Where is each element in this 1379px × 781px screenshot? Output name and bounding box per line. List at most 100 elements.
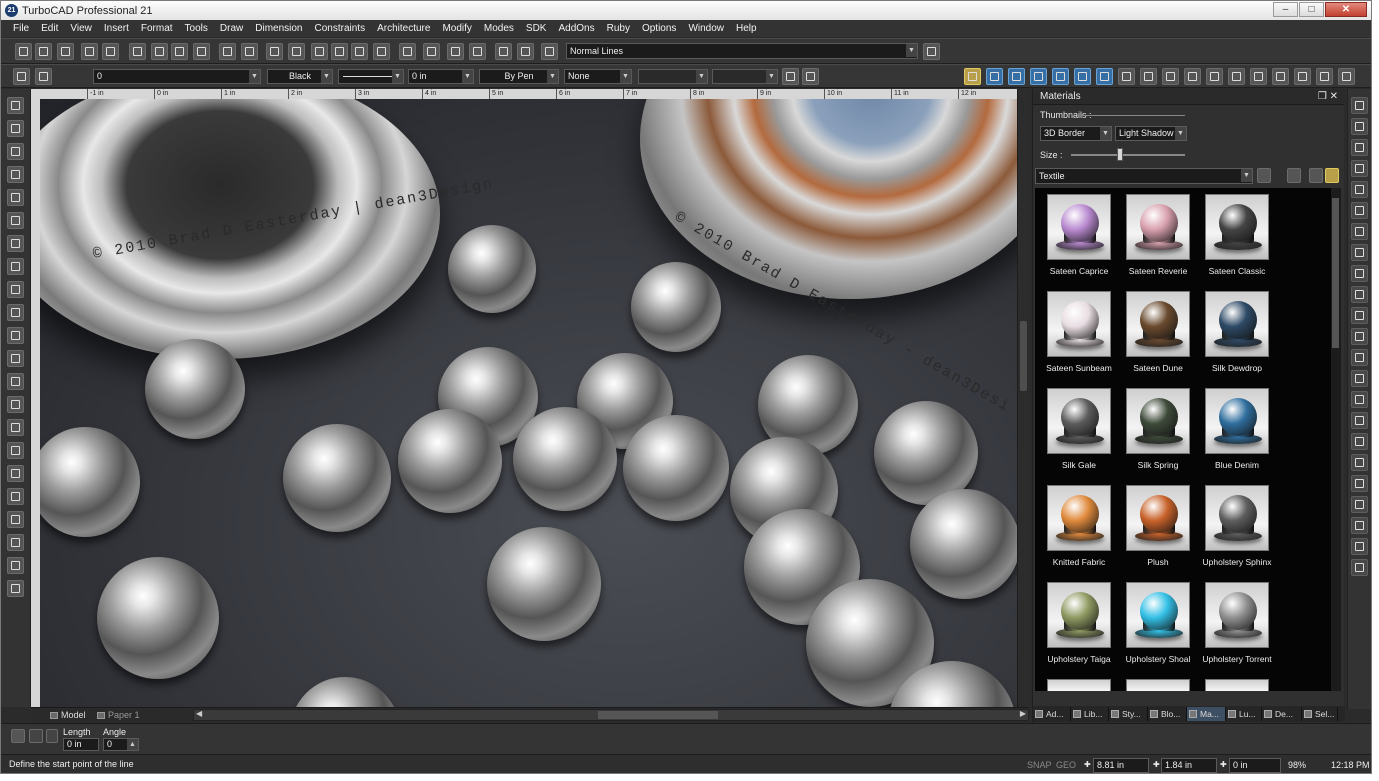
minimize-button[interactable]: – [1273,2,1298,17]
palette-tab[interactable]: Sty... [1109,707,1148,721]
fill-dropdown[interactable]: None ▼ [564,69,632,84]
modify-tool-12-icon[interactable] [1351,328,1368,345]
modify-tool-2-icon[interactable] [1351,118,1368,135]
menu-edit[interactable]: Edit [41,23,58,34]
menu-ruby[interactable]: Ruby [607,23,630,34]
draw-tool-1-icon[interactable] [7,97,24,114]
material-thumbnail[interactable]: Sateen Dune [1118,287,1198,379]
draw-tool-9-icon[interactable] [7,281,24,298]
viewport-horizontal-scrollbar[interactable]: ◀ ▶ [193,709,1029,721]
modify-tool-10-icon[interactable] [1351,286,1368,303]
toolbar-tool-15-icon[interactable] [331,43,348,60]
view-tool-3-icon[interactable] [1030,68,1047,85]
modify-tool-13-icon[interactable] [1351,349,1368,366]
menu-tools[interactable]: Tools [185,23,208,34]
draw-tool-3-icon[interactable] [7,143,24,160]
draw-tool-5-icon[interactable] [7,189,24,206]
paint-tool-1-icon[interactable] [782,68,799,85]
modify-tool-23-icon[interactable] [1351,559,1368,576]
toolbar-tool-10-icon[interactable] [219,43,236,60]
scrollbar-thumb[interactable] [598,711,718,719]
material-thumbnail-partial[interactable] [1126,679,1190,691]
material-thumbnail[interactable]: Upholstery Torrent [1197,578,1277,670]
color-dropdown[interactable]: Black ▼ [267,69,333,84]
material-thumbnail[interactable]: Sateen Reverie [1118,190,1198,282]
slider-knob[interactable] [1116,148,1123,161]
menu-architecture[interactable]: Architecture [377,23,430,34]
tab-paper-1[interactable]: Paper 1 [94,709,144,722]
materials-grid-scrollbar[interactable] [1331,188,1341,691]
materials-shortcut-1-icon[interactable] [923,43,940,60]
line-style-dropdown[interactable]: Normal Lines ▼ [566,43,918,59]
modify-tool-22-icon[interactable] [1351,538,1368,555]
toolbar-tool-7-icon[interactable] [151,43,168,60]
menu-modes[interactable]: Modes [484,23,514,34]
menu-window[interactable]: Window [688,23,724,34]
view-tool-4-icon[interactable] [1052,68,1069,85]
menu-dimension[interactable]: Dimension [255,23,302,34]
draw-tool-2-icon[interactable] [7,120,24,137]
modify-tool-18-icon[interactable] [1351,454,1368,471]
view-tool-9-icon[interactable] [1294,68,1311,85]
palette-tab[interactable]: De... [1262,707,1302,721]
toolbar-tool-18-icon[interactable] [399,43,416,60]
draw-tool-10-icon[interactable] [7,304,24,321]
draw-tool-18-icon[interactable] [7,488,24,505]
menu-constraints[interactable]: Constraints [315,23,366,34]
material-thumbnail[interactable]: Silk Dewdrop [1197,287,1277,379]
menu-insert[interactable]: Insert [104,23,129,34]
paint-tool-2-icon[interactable] [802,68,819,85]
palette-tab[interactable]: Blo... [1148,707,1187,721]
view-tool-2-icon[interactable] [1140,68,1157,85]
menu-format[interactable]: Format [141,23,173,34]
material-thumbnail[interactable]: Upholstery Shoal [1118,578,1198,670]
material-thumbnail[interactable]: Silk Spring [1118,384,1198,476]
view-tool-6-icon[interactable] [1096,68,1113,85]
view-tool-1-icon[interactable] [1118,68,1135,85]
view-tool-2-icon[interactable] [1008,68,1025,85]
draw-tool-21-icon[interactable] [7,557,24,574]
finish-icon[interactable] [11,729,25,743]
material-thumbnail[interactable]: Upholstery Taiga [1039,578,1119,670]
menu-draw[interactable]: Draw [220,23,243,34]
modify-tool-7-icon[interactable] [1351,223,1368,240]
material-thumbnail-partial[interactable] [1205,679,1269,691]
geo-toggle[interactable]: GEO [1056,758,1076,772]
modify-tool-16-icon[interactable] [1351,412,1368,429]
tab-model[interactable]: Model [47,709,90,722]
draw-tool-6-icon[interactable] [7,212,24,229]
toolbar-tool-16-icon[interactable] [351,43,368,60]
material-thumbnail[interactable]: Knitted Fabric [1039,481,1119,573]
palette-tab[interactable]: Lib... [1071,707,1109,721]
toolbar-tool-6-icon[interactable] [129,43,146,60]
toolbar-tool-24-icon[interactable] [541,43,558,60]
menu-view[interactable]: View [70,23,92,34]
toolbar-tool-1-icon[interactable] [15,43,32,60]
draw-tool-11-icon[interactable] [7,327,24,344]
material-filter-icon[interactable] [1325,168,1339,183]
cancel-icon[interactable] [29,729,43,743]
view-tool-3-icon[interactable] [1162,68,1179,85]
draw-tool-8-icon[interactable] [7,258,24,275]
view-tool-5-icon[interactable] [1206,68,1223,85]
x-coordinate[interactable]: 8.81 in [1093,758,1149,773]
viewport-vertical-scrollbar[interactable] [1017,89,1029,707]
scroll-left-icon[interactable]: ◀ [196,709,202,718]
angle-field[interactable]: 0 ▲ [103,738,139,751]
draw-tool-12-icon[interactable] [7,350,24,367]
angle-stepper-icon[interactable]: ▲ [127,739,138,750]
toolbar-tool-13-icon[interactable] [288,43,305,60]
toolbar-tool-23-icon[interactable] [517,43,534,60]
palette-tab[interactable]: Sel... [1302,707,1338,721]
category-dropdown[interactable]: Textile ▼ [1035,168,1253,184]
modify-tool-21-icon[interactable] [1351,517,1368,534]
material-thumbnail[interactable]: Sateen Classic [1197,190,1277,282]
toolbar-tool-12-icon[interactable] [266,43,283,60]
light-dropdown[interactable]: Light Shadow ▼ [1115,126,1187,141]
toolbar-tool-11-icon[interactable] [241,43,258,60]
drawing-viewport[interactable]: © 2010 Brad D Easterday | dean3Design © … [40,99,1017,707]
material-thumbnail[interactable]: Sateen Sunbeam [1039,287,1119,379]
modify-tool-5-icon[interactable] [1351,181,1368,198]
toolbar-tool-14-icon[interactable] [311,43,328,60]
line-pattern-dropdown[interactable]: ▼ [338,69,404,84]
